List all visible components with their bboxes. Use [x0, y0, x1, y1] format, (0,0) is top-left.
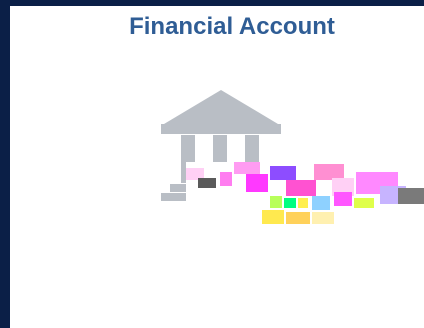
corrupted-image-strip [186, 162, 424, 226]
financial-account-tile[interactable]: Financial Account [10, 6, 424, 328]
